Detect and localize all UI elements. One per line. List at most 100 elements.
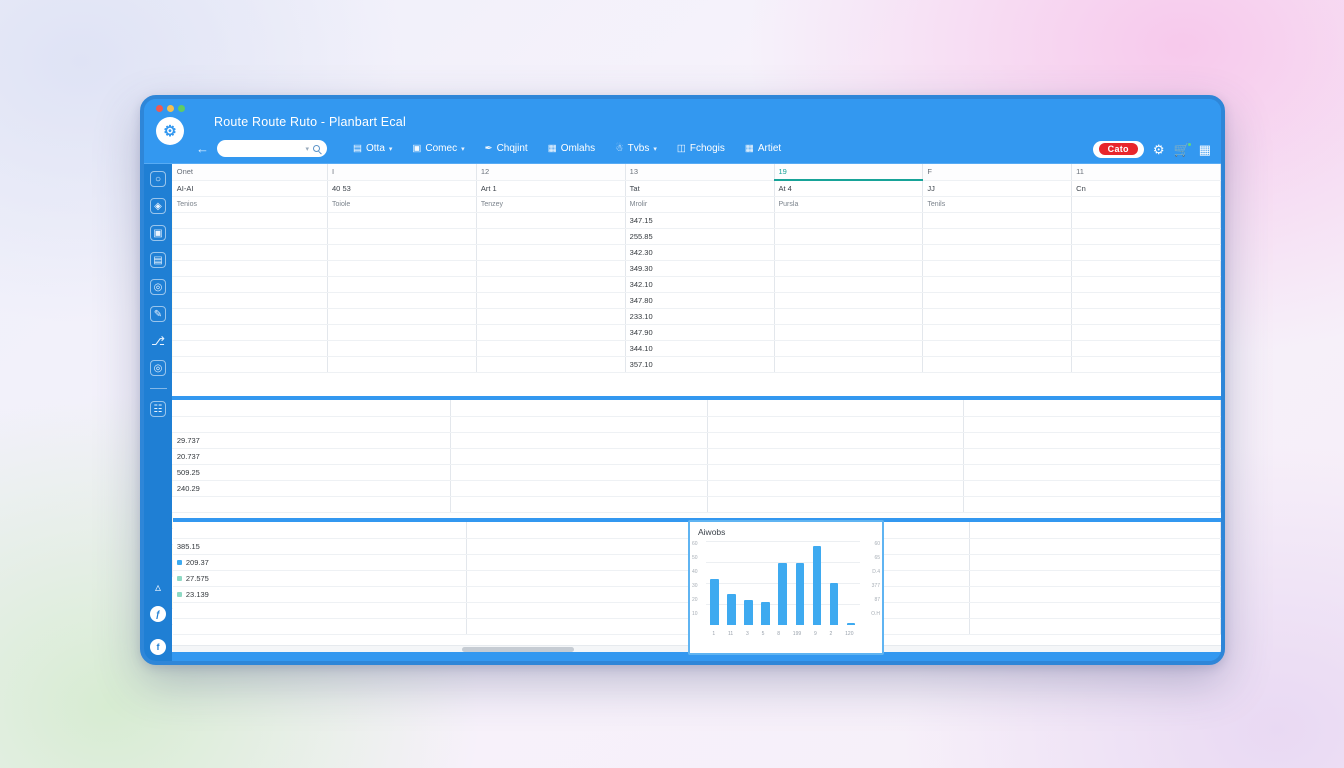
cell[interactable] — [1071, 276, 1221, 293]
cell[interactable] — [774, 324, 924, 341]
cell[interactable] — [707, 416, 965, 433]
gear-icon[interactable]: ⚙ — [1153, 143, 1165, 156]
col-letter[interactable]: 12 — [476, 164, 626, 181]
user-avatar-2[interactable]: f — [150, 639, 166, 655]
cell[interactable] — [963, 432, 1221, 449]
cell[interactable] — [1071, 228, 1221, 245]
cell[interactable] — [774, 228, 924, 245]
minimize-window-button[interactable] — [167, 105, 174, 112]
cell[interactable] — [327, 340, 477, 357]
menu-item-fchogis[interactable]: ◫ Fchogis — [667, 143, 735, 154]
table-row[interactable]: 347.90 — [172, 324, 1221, 341]
cell[interactable] — [922, 356, 1073, 373]
cell[interactable] — [466, 602, 719, 619]
cell[interactable] — [172, 244, 329, 261]
cell-numeric[interactable]: 23.139 — [172, 586, 467, 603]
right-grid-panel[interactable]: Onet I 12 13 19 F 11 AI-AI 40 53 Art 1 T… — [172, 164, 1221, 396]
cell[interactable] — [922, 212, 1073, 229]
cell[interactable] — [1071, 260, 1221, 277]
cell[interactable] — [774, 276, 924, 293]
cell[interactable] — [963, 480, 1221, 497]
cell[interactable] — [476, 260, 626, 277]
account-badge[interactable]: Cato — [1092, 140, 1144, 158]
aiwobs-chart-panel[interactable]: Aiwobs 1 11 3 5 8 199 9 2 120 60 50 40 30 20 10 60 65 D.4… — [688, 520, 884, 655]
col-letter[interactable]: F — [922, 164, 1073, 181]
collapse-chevron-icon[interactable]: ▵ — [150, 579, 166, 595]
cell-numeric[interactable]: 20.737 — [172, 448, 452, 465]
right-grid-rows[interactable]: 347.15 255.85 342.30 349.30 342.10 347.8… — [172, 212, 1221, 373]
table-row[interactable] — [172, 416, 1221, 433]
cell[interactable] — [327, 276, 477, 293]
table-row[interactable]: 357.10 — [172, 356, 1221, 373]
col-letter[interactable]: I — [327, 164, 477, 181]
cell[interactable] — [969, 522, 1221, 539]
cell[interactable] — [922, 340, 1073, 357]
menu-item-tvbs[interactable]: ☃ Tvbs ▾ — [605, 143, 667, 154]
sidebar-item-save[interactable]: ▣ — [150, 225, 166, 241]
cell[interactable] — [1071, 212, 1221, 229]
cell[interactable] — [922, 292, 1073, 309]
grid-icon[interactable]: ▦ — [1199, 143, 1211, 156]
cell[interactable] — [327, 308, 477, 325]
cell[interactable] — [774, 212, 924, 229]
cell[interactable] — [922, 228, 1073, 245]
menu-item-comec[interactable]: ▣ Comec ▾ — [402, 143, 474, 154]
cell[interactable] — [969, 554, 1221, 571]
table-row[interactable] — [172, 400, 1221, 417]
cell[interactable] — [476, 324, 626, 341]
cell[interactable] — [466, 618, 719, 635]
back-arrow-icon[interactable]: ← — [196, 141, 209, 156]
cell[interactable] — [327, 244, 477, 261]
cell[interactable] — [774, 292, 924, 309]
cell[interactable] — [1071, 308, 1221, 325]
aiwobs-chart-plot[interactable]: 1 11 3 5 8 199 9 2 120 60 50 40 30 20 10 60 65 D.4 377 87 O.… — [692, 541, 880, 637]
cell[interactable] — [172, 324, 329, 341]
maximize-window-button[interactable] — [178, 105, 185, 112]
cell-numeric[interactable]: 347.15 — [625, 212, 775, 229]
cell[interactable] — [774, 356, 924, 373]
cell[interactable] — [466, 570, 719, 587]
cell[interactable] — [1071, 292, 1221, 309]
table-row[interactable]: 347.15 — [172, 212, 1221, 229]
cell[interactable] — [707, 464, 965, 481]
cell[interactable] — [476, 228, 626, 245]
cell-numeric[interactable]: 385.15 — [172, 538, 467, 555]
sidebar-item-globe[interactable]: ◎ — [150, 279, 166, 295]
cell[interactable] — [476, 212, 626, 229]
cell[interactable] — [450, 496, 708, 513]
cell[interactable] — [450, 400, 708, 417]
table-row[interactable]: 347.80 — [172, 292, 1221, 309]
cell[interactable] — [450, 416, 708, 433]
cell-numeric[interactable]: 344.10 — [625, 340, 775, 357]
cell[interactable] — [327, 228, 477, 245]
cell[interactable] — [969, 602, 1221, 619]
col-letter-selected[interactable]: 19 — [774, 164, 924, 181]
chart-bar[interactable] — [778, 562, 787, 625]
chart-bar[interactable] — [710, 579, 719, 625]
cell[interactable] — [707, 432, 965, 449]
cell[interactable] — [1071, 244, 1221, 261]
cell[interactable] — [172, 292, 329, 309]
chart-bar[interactable] — [846, 622, 856, 625]
cell[interactable] — [707, 448, 965, 465]
cell[interactable] — [1071, 324, 1221, 341]
table-row[interactable] — [172, 496, 1221, 513]
table-row[interactable]: 240.29 — [172, 480, 1221, 497]
menu-item-omlahs[interactable]: ▦ Omlahs — [538, 143, 605, 154]
cell[interactable] — [172, 276, 329, 293]
cell-numeric[interactable] — [172, 522, 467, 539]
table-row[interactable]: 255.85 — [172, 228, 1221, 245]
cell[interactable] — [172, 228, 329, 245]
cart-icon[interactable]: 🛒 — [1174, 141, 1192, 156]
sidebar-item-target[interactable]: ◎ — [150, 360, 166, 376]
cell-numeric[interactable]: 357.10 — [625, 356, 775, 373]
cell-numeric[interactable] — [172, 416, 452, 433]
table-row[interactable]: 349.30 — [172, 260, 1221, 277]
cell-numeric[interactable]: 209.37 — [172, 554, 467, 571]
cell[interactable] — [963, 448, 1221, 465]
cell[interactable] — [466, 586, 719, 603]
table-row[interactable]: 233.10 — [172, 308, 1221, 325]
cell[interactable] — [707, 480, 965, 497]
chevron-down-icon[interactable]: ▾ — [305, 145, 309, 153]
scrollbar-thumb[interactable] — [462, 647, 574, 652]
